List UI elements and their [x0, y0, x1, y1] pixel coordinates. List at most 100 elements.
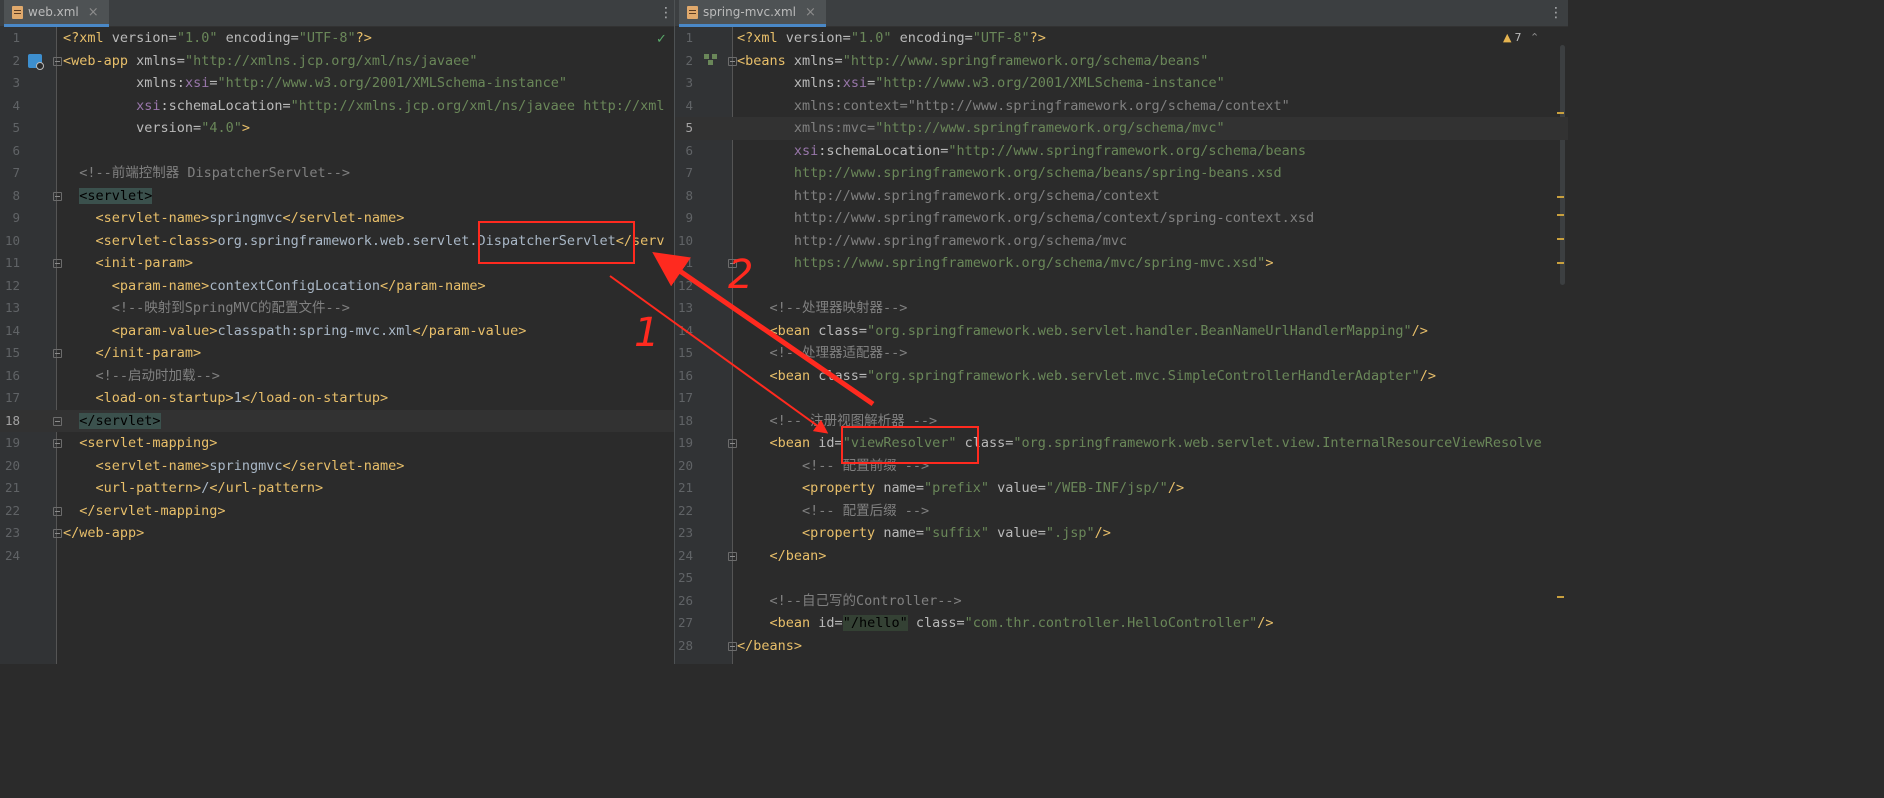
line-number[interactable]: 19 [0, 432, 20, 455]
code-text[interactable]: xsi:schemaLocation="http://www.springfra… [737, 140, 1306, 163]
code-text[interactable]: </bean> [737, 545, 827, 568]
close-icon[interactable]: × [88, 5, 99, 20]
code-text[interactable]: <!-- 配置后缀 --> [737, 500, 929, 523]
line-number[interactable]: 19 [675, 432, 693, 455]
fold-toggle-icon[interactable] [728, 56, 737, 66]
fold-toggle-icon[interactable] [53, 259, 62, 268]
code-text[interactable]: <bean id="/hello" class="com.thr.control… [737, 612, 1274, 635]
code-text[interactable]: http://www.springframework.org/schema/co… [737, 185, 1160, 208]
code-line[interactable]: 15 <!--处理器适配器--> [675, 342, 1568, 365]
code-text[interactable]: <servlet-name>springmvc</servlet-name> [63, 207, 405, 230]
code-text[interactable]: <bean class="org.springframework.web.ser… [737, 365, 1437, 388]
code-text[interactable]: <!-- 注册视图解析器 --> [737, 410, 938, 433]
code-line[interactable]: 3 xmlns:xsi="http://www.w3.org/2001/XMLS… [0, 72, 674, 95]
line-number[interactable]: 20 [675, 455, 693, 478]
code-text[interactable]: <!--映射到SpringMVC的配置文件--> [63, 297, 350, 320]
code-line[interactable]: 11 <init-param> [0, 252, 674, 275]
code-text[interactable]: <web-app xmlns="http://xmlns.jcp.org/xml… [63, 50, 478, 73]
line-number[interactable]: 26 [675, 590, 693, 613]
code-line[interactable]: 2 <beans xmlns="http://www.springframewor… [675, 50, 1568, 73]
tab-spring-mvc-xml[interactable]: spring-mvc.xml × [679, 0, 826, 27]
code-line[interactable]: 9 http://www.springframework.org/schema/… [675, 207, 1568, 230]
code-line[interactable]: 19 <servlet-mapping> [0, 432, 674, 455]
code-text[interactable]: </init-param> [63, 342, 202, 365]
code-line[interactable]: 28 </beans> [675, 635, 1568, 658]
line-number[interactable]: 17 [0, 387, 20, 410]
more-options-icon[interactable]: ⋮ [659, 6, 673, 20]
fold-toggle-icon[interactable] [53, 56, 62, 66]
line-number[interactable]: 21 [0, 477, 20, 500]
code-text[interactable]: <!--处理器适配器--> [737, 342, 908, 365]
line-number[interactable]: 3 [0, 72, 20, 95]
code-line[interactable]: 26 <!--自己写的Controller--> [675, 590, 1568, 613]
fold-toggle-icon[interactable] [53, 191, 62, 201]
line-number[interactable]: 5 [0, 117, 20, 140]
code-text[interactable]: xmlns:context="http://www.springframewor… [737, 95, 1290, 118]
line-number[interactable]: 15 [675, 342, 693, 365]
code-text[interactable]: <property name="prefix" value="/WEB-INF/… [737, 477, 1184, 500]
fold-toggle-icon[interactable] [728, 641, 737, 651]
line-number[interactable]: 22 [675, 500, 693, 523]
code-text[interactable]: version="4.0"> [63, 117, 250, 140]
code-line[interactable]: 13 <!--处理器映射器--> [675, 297, 1568, 320]
code-text[interactable]: <?xml version="1.0" encoding="UTF-8"?> [737, 27, 1046, 50]
code-line[interactable]: 7 http://www.springframework.org/schema/… [675, 162, 1568, 185]
code-line[interactable]: 17 <load-on-startup>1</load-on-startup> [0, 387, 674, 410]
code-line[interactable]: 1 <?xml version="1.0" encoding="UTF-8"?> [0, 27, 674, 50]
code-line[interactable]: 11 https://www.springframework.org/schem… [675, 252, 1568, 275]
code-text[interactable]: <servlet-mapping> [63, 432, 217, 455]
code-line[interactable]: 19 <bean id="viewResolver" class="org.sp… [675, 432, 1568, 455]
code-line[interactable]: 6 xsi:schemaLocation="http://www.springf… [675, 140, 1568, 163]
tab-web-xml[interactable]: web.xml × [4, 0, 109, 27]
code-text[interactable]: <bean id="viewResolver" class="org.sprin… [737, 432, 1542, 455]
fold-toggle-icon[interactable] [53, 439, 62, 448]
code-text[interactable]: xmlns:xsi="http://www.w3.org/2001/XMLSch… [63, 72, 567, 95]
fold-toggle-icon[interactable] [53, 416, 62, 426]
code-line[interactable]: 12 [675, 275, 1568, 298]
line-number[interactable]: 6 [675, 140, 693, 163]
code-line[interactable]: 14 <param-value>classpath:spring-mvc.xml… [0, 320, 674, 343]
line-number[interactable]: 7 [0, 162, 20, 185]
code-line[interactable]: 9 <servlet-name>springmvc</servlet-name> [0, 207, 674, 230]
code-line[interactable]: 4 xsi:schemaLocation="http://xmlns.jcp.o… [0, 95, 674, 118]
code-line[interactable]: 20 <!-- 配置前缀 --> [675, 455, 1568, 478]
code-line[interactable]: 22 </servlet-mapping> [0, 500, 674, 523]
line-number[interactable]: 1 [0, 27, 20, 50]
code-text[interactable]: <param-name>contextConfigLocation</param… [63, 275, 486, 298]
code-text[interactable]: <load-on-startup>1</load-on-startup> [63, 387, 389, 410]
code-text[interactable]: https://www.springframework.org/schema/m… [737, 252, 1274, 275]
line-number[interactable]: 5 [675, 117, 693, 140]
code-line[interactable]: 21 <property name="prefix" value="/WEB-I… [675, 477, 1568, 500]
code-text[interactable]: <property name="suffix" value=".jsp"/> [737, 522, 1111, 545]
code-line[interactable]: 18 </servlet> [0, 409, 674, 433]
line-number[interactable]: 16 [0, 365, 20, 388]
code-text[interactable]: <url-pattern>/</url-pattern> [63, 477, 324, 500]
fold-toggle-icon[interactable] [53, 529, 62, 538]
code-line[interactable]: 16 <bean class="org.springframework.web.… [675, 365, 1568, 388]
line-number[interactable]: 23 [675, 522, 693, 545]
line-number[interactable]: 27 [675, 612, 693, 635]
line-number[interactable]: 18 [675, 410, 693, 433]
code-text[interactable]: http://www.springframework.org/schema/co… [737, 207, 1314, 230]
code-text[interactable]: <!--前端控制器 DispatcherServlet--> [63, 162, 350, 185]
code-text[interactable]: </beans> [737, 635, 802, 658]
line-number[interactable]: 22 [0, 500, 20, 523]
line-number[interactable]: 20 [0, 455, 20, 478]
line-number[interactable]: 13 [675, 297, 693, 320]
code-text[interactable]: <beans xmlns="http://www.springframework… [737, 50, 1208, 73]
close-icon[interactable]: × [805, 5, 816, 20]
fold-toggle-icon[interactable] [728, 439, 737, 448]
line-number[interactable]: 28 [675, 635, 693, 658]
fold-toggle-icon[interactable] [728, 551, 737, 561]
more-options-icon[interactable]: ⋮ [1549, 6, 1563, 20]
code-line[interactable]: 23 <property name="suffix" value=".jsp"/… [675, 522, 1568, 545]
line-number[interactable]: 8 [675, 185, 693, 208]
code-text[interactable]: </servlet> [63, 410, 161, 433]
code-text[interactable]: <!-- 配置前缀 --> [737, 455, 929, 478]
code-line[interactable]: 10 http://www.springframework.org/schema… [675, 230, 1568, 253]
code-text[interactable]: <init-param> [63, 252, 194, 275]
code-text[interactable]: <!--自己写的Controller--> [737, 590, 962, 613]
code-line[interactable]: 7 <!--前端控制器 DispatcherServlet--> [0, 162, 674, 185]
line-number[interactable]: 18 [0, 410, 20, 433]
line-number[interactable]: 8 [0, 185, 20, 208]
